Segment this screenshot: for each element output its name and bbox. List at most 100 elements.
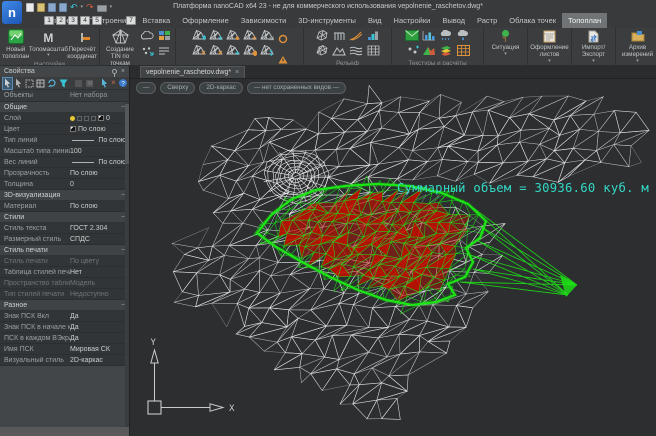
ribbon-tab-Настройки[interactable]: Настройки — [388, 13, 437, 28]
open-file-icon[interactable] — [37, 2, 45, 12]
filter-icon[interactable] — [59, 78, 68, 89]
property-value[interactable]: 0 — [70, 115, 129, 122]
property-value[interactable]: Недоступно — [70, 291, 129, 298]
ribbon-tool-Ситуация[interactable]: Ситуация▾ — [484, 28, 528, 66]
save-file-icon[interactable] — [48, 2, 56, 12]
ribbon-tool-Импорт/Экспорт[interactable]: Импорт/Экспорт▾ — [572, 28, 616, 66]
property-value[interactable]: По слою — [70, 159, 129, 166]
property-row-Визуальный стиль[interactable]: Визуальный стиль2D-каркас — [0, 355, 129, 366]
qselect-icon[interactable] — [74, 78, 83, 89]
nanocad-logo[interactable]: n — [2, 1, 22, 24]
layer-on-icon[interactable] — [70, 116, 75, 121]
ribbon-button-layer-colors[interactable] — [438, 45, 454, 59]
property-row-ПСК в каждом ВЭкране[interactable]: ПСК в каждом ВЭкранеДа — [0, 333, 129, 344]
property-row-Знак ПСК в начале коор...[interactable]: Знак ПСК в начале коор...Да — [0, 322, 129, 333]
ribbon-button-hatch-grid[interactable] — [365, 45, 381, 59]
layer-plot-icon[interactable] — [91, 116, 96, 121]
ribbon-button-texture-green[interactable] — [404, 30, 420, 44]
layer-freeze-icon[interactable] — [77, 116, 82, 121]
ribbon-button-tin-add-face[interactable]: + — [242, 30, 258, 44]
document-tab[interactable]: vepolnenie_raschetov.dwg* × — [140, 66, 245, 78]
drawing-canvas[interactable]: — Сверху 2D-каркас — нет сохраненных видов … — [130, 79, 656, 436]
property-row-Толщина[interactable]: Толщина0 — [0, 179, 129, 190]
redo-icon[interactable]: ↷ — [86, 2, 94, 12]
property-row-Имя ПСК[interactable]: Имя ПСКМировая СК — [0, 344, 129, 355]
ribbon-button-rain-cloud[interactable] — [438, 30, 454, 44]
ribbon-button-levels[interactable] — [365, 30, 381, 44]
ribbon-tab-3D-инструменты[interactable]: 3D-инструменты — [292, 13, 362, 28]
ribbon-button-wave-layers[interactable] — [348, 45, 364, 59]
property-value[interactable]: Да — [70, 313, 129, 320]
pointer-alt-icon[interactable] — [100, 78, 109, 89]
property-row-Тип линий[interactable]: Тип линийПо слою — [0, 135, 129, 146]
print-icon[interactable] — [97, 2, 107, 12]
ribbon-button-points-pair[interactable] — [404, 45, 420, 59]
ribbon-button-points-list[interactable] — [156, 45, 172, 59]
undo-icon[interactable]: ↶ — [70, 2, 78, 12]
property-row-Слой[interactable]: Слой0 — [0, 113, 129, 124]
color-swatch[interactable] — [70, 126, 76, 132]
property-value[interactable]: По цвету — [70, 258, 129, 265]
property-value[interactable]: Нет — [70, 269, 129, 276]
property-value[interactable]: По слою — [70, 203, 129, 210]
ribbon-button-mountain-chart[interactable] — [421, 45, 437, 59]
ribbon-button-chart-columns[interactable] — [421, 30, 437, 44]
layer-color-swatch[interactable] — [98, 115, 104, 121]
property-row-Вес линий[interactable]: Вес линийПо слою — [0, 157, 129, 168]
ribbon-button-mesh-dense[interactable] — [314, 45, 330, 59]
property-value[interactable]: Мировая СК — [70, 346, 129, 353]
ribbon-button-tin-merge[interactable]: ‡ — [259, 45, 275, 59]
property-value[interactable]: ГОСТ 2.304 — [70, 225, 129, 232]
ribbon-tab-Вид[interactable]: Вид — [362, 13, 388, 28]
property-value[interactable]: По слою — [70, 126, 129, 133]
viewport-menu[interactable]: — — [136, 82, 156, 94]
layer-lock-icon[interactable] — [84, 116, 89, 121]
property-row-Стиль печати[interactable]: Стиль печатиПо цвету — [0, 256, 129, 267]
print-caret-icon[interactable]: ▾ — [110, 2, 113, 12]
ribbon-button-tin-add-vertex[interactable]: + — [208, 30, 224, 44]
property-value[interactable]: Да — [70, 324, 129, 331]
ribbon-button-warn-triangle[interactable] — [278, 51, 288, 66]
ribbon-tab-Зависимости[interactable]: Зависимости — [235, 13, 293, 28]
property-value[interactable]: 100 — [70, 148, 129, 155]
save-all-icon[interactable] — [59, 2, 67, 12]
property-row-Пространство таблицы с...[interactable]: Пространство таблицы с...Модель — [0, 278, 129, 289]
visual-style[interactable]: 2D-каркас — [199, 82, 243, 94]
pointer-icon[interactable] — [14, 78, 23, 89]
ribbon-tab-Облака точек[interactable]: Облака точек — [503, 13, 562, 28]
ribbon-tab-Вставка[interactable]: Вставка — [136, 13, 176, 28]
ribbon-button-cloud-points[interactable] — [139, 30, 155, 44]
new-file-icon[interactable] — [26, 2, 34, 12]
ribbon-button-tin-area[interactable]: ▱ — [259, 30, 275, 44]
property-value[interactable]: По слою — [70, 137, 129, 144]
ribbon-tab-Растр[interactable]: Растр — [471, 13, 503, 28]
clear-selection-icon[interactable]: × — [111, 78, 116, 89]
property-row-Таблица стилей печати[interactable]: Таблица стилей печатиНет — [0, 267, 129, 278]
property-row-Материал[interactable]: МатериалПо слою — [0, 201, 129, 212]
calc-icon[interactable] — [85, 78, 94, 89]
ribbon-button-tin-del-face[interactable]: × — [208, 45, 224, 59]
table-select-icon[interactable] — [36, 78, 45, 89]
property-value[interactable]: СПДС — [70, 236, 129, 243]
property-value[interactable]: Модель — [70, 280, 129, 287]
ribbon-button-water-cloud[interactable] — [455, 30, 471, 44]
ribbon-button-mesh-blob[interactable] — [314, 30, 330, 44]
view-direction[interactable]: Сверху — [160, 82, 195, 94]
ribbon-tool-Оформление листов[interactable]: Оформление листов▾ — [528, 28, 572, 66]
ribbon-button-Пересчёт координат[interactable]: Пересчёт координат — [67, 29, 97, 60]
ribbon-button-tin-del-vertex[interactable]: × — [191, 45, 207, 59]
section-header-Общие[interactable]: Общие− — [0, 102, 129, 113]
ribbon-button-contour-mountains[interactable] — [331, 45, 347, 59]
property-row-Тип стилей печати[interactable]: Тип стилей печатиНедоступно — [0, 289, 129, 300]
saved-views[interactable]: — нет сохраненных видов — — [247, 82, 346, 94]
ribbon-button-tin-edit[interactable]: ● — [225, 30, 241, 44]
ribbon-button-points-import[interactable] — [139, 45, 155, 59]
property-row-Знак ПСК Вкл[interactable]: Знак ПСК ВклДа — [0, 311, 129, 322]
marquee-select-icon[interactable] — [25, 78, 34, 89]
ribbon-button-Новый топоплан[interactable]: Новый топоплан — [2, 29, 29, 60]
ribbon-button-fence[interactable] — [331, 30, 347, 44]
ribbon-button-Создание TIN по точкам[interactable]: Создание TIN по точкам — [103, 29, 137, 66]
cycle-select-icon[interactable] — [47, 78, 57, 89]
property-value[interactable]: 0 — [70, 181, 129, 188]
pin-icon[interactable] — [112, 69, 117, 74]
